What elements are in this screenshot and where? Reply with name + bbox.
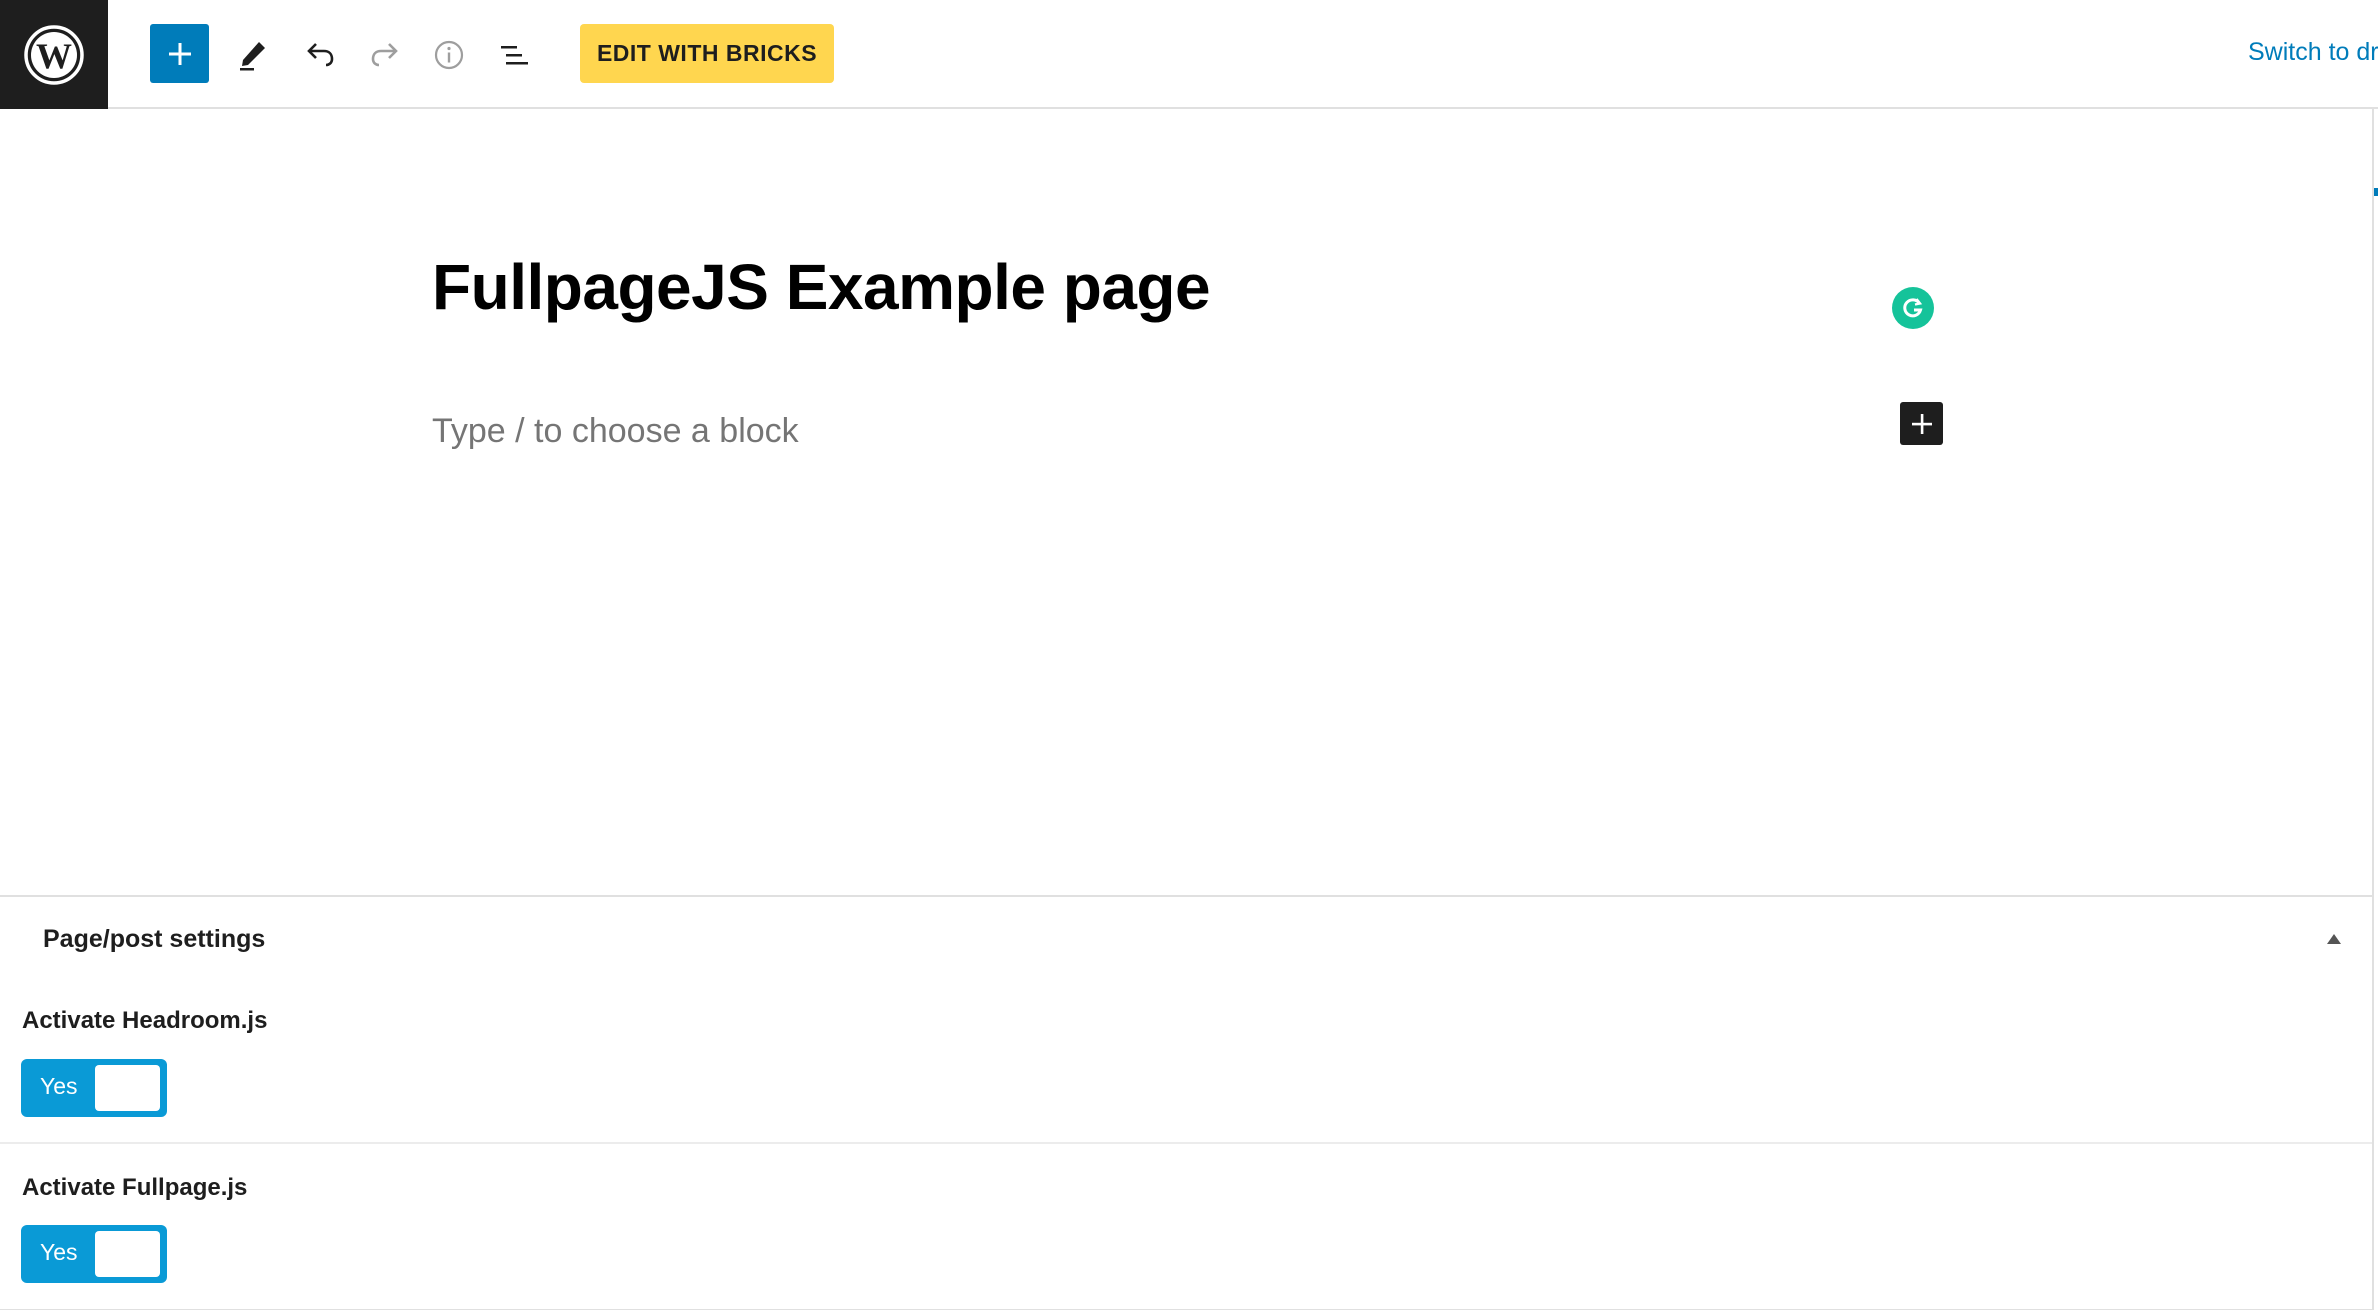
fullpage-toggle[interactable]: Yes (21, 1225, 167, 1283)
page-settings-metabox: Page/post settings Activate Headroom.js … (0, 895, 2372, 1310)
info-icon (434, 40, 464, 70)
redo-button[interactable] (360, 30, 410, 80)
edit-tool-button[interactable] (228, 30, 278, 80)
metabox-title: Page/post settings (43, 925, 266, 953)
block-inserter-button[interactable] (150, 24, 209, 83)
toggle-knob (95, 1065, 160, 1111)
details-button[interactable] (424, 30, 474, 80)
sidebar-edge-divider (2372, 109, 2374, 1310)
wordpress-logo-icon[interactable]: W (0, 0, 108, 109)
block-add-button[interactable] (1900, 402, 1943, 445)
list-view-button[interactable] (490, 30, 540, 80)
toggle-knob (95, 1231, 160, 1277)
undo-icon (307, 43, 334, 67)
undo-button[interactable] (295, 30, 345, 80)
headroom-toggle[interactable]: Yes (21, 1059, 167, 1117)
switch-to-draft-link[interactable]: Switch to dr (2248, 38, 2378, 67)
sidebar-edge-marker (2374, 188, 2378, 196)
fullpage-label: Activate Fullpage.js (22, 1174, 248, 1201)
svg-text:W: W (36, 36, 72, 76)
block-placeholder[interactable]: Type / to choose a block (432, 412, 799, 451)
collapse-triangle-icon[interactable] (2322, 927, 2346, 951)
grammarly-icon[interactable] (1892, 287, 1934, 329)
headroom-toggle-state: Yes (40, 1073, 78, 1099)
block-editor: W EDIT WITH BRICKS Switch to dr Fullpage… (0, 0, 2378, 1310)
editor-toolbar: W EDIT WITH BRICKS Switch to dr (0, 0, 2378, 109)
plus-icon (168, 42, 191, 65)
headroom-label: Activate Headroom.js (22, 1007, 268, 1034)
redo-icon (371, 43, 398, 67)
edit-with-bricks-button[interactable]: EDIT WITH BRICKS (580, 24, 834, 83)
fullpage-toggle-state: Yes (40, 1239, 78, 1265)
pencil-icon (240, 42, 265, 71)
block-add-plus-icon (1911, 413, 1932, 434)
field-divider (0, 1142, 2372, 1144)
post-title[interactable]: FullpageJS Example page (432, 250, 1211, 324)
list-view-icon (501, 46, 528, 65)
